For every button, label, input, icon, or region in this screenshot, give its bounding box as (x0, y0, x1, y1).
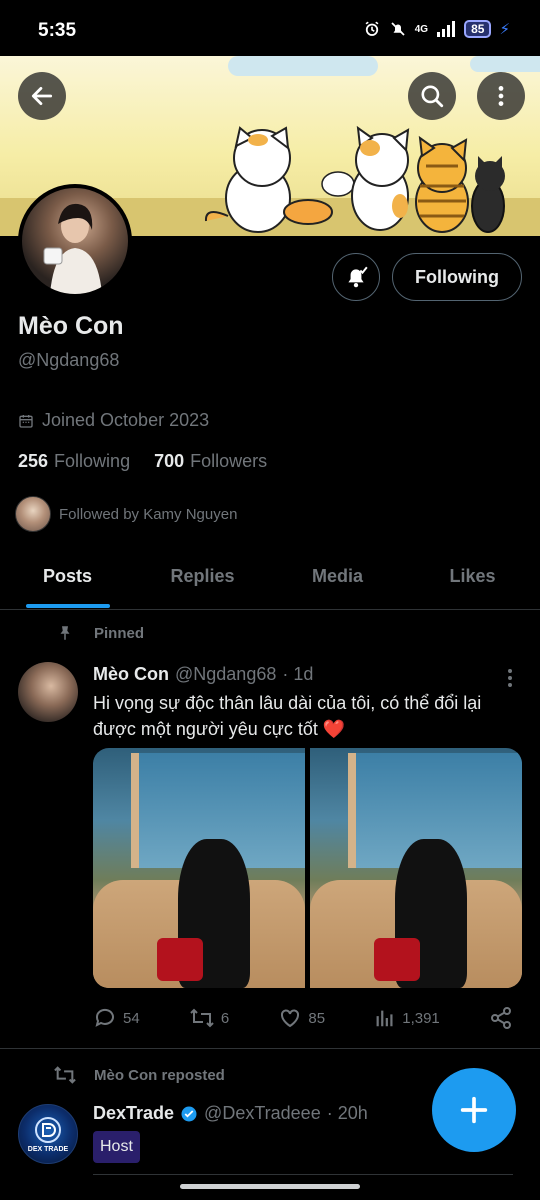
status-time: 5:35 (38, 20, 77, 41)
dextrade-logo-text: DEX TRADE (27, 1145, 69, 1153)
following-label: Following (54, 451, 131, 471)
views-action[interactable]: 1,391 (374, 1006, 440, 1030)
following-button[interactable]: Following (392, 253, 522, 301)
more-vertical-icon (498, 86, 504, 106)
display-name: Mèo Con (18, 312, 124, 340)
share-icon (490, 1007, 511, 1029)
pin-icon (60, 626, 70, 640)
follow-stats: 256 Following 700 Followers (18, 451, 267, 472)
views-chart-icon (376, 1010, 393, 1027)
status-bar: 5:35 4G 85 ⚡ (0, 0, 540, 56)
verified-badge-icon (181, 1106, 197, 1121)
repost-count: 6 (220, 1009, 230, 1027)
reply-count: 54 (123, 1009, 140, 1027)
tab-posts[interactable]: Posts (0, 548, 135, 609)
mute-icon (391, 22, 405, 36)
heart-icon (281, 1009, 300, 1028)
post-text[interactable]: Hi vọng sự độc thân lâu dài của tôi, có … (93, 690, 513, 742)
post-author-handle[interactable]: @Ngdang68 (175, 664, 276, 685)
followers-stat[interactable]: 700 Followers (154, 451, 267, 472)
post-author-name[interactable]: Mèo Con (93, 664, 169, 685)
share-action[interactable] (489, 1006, 513, 1030)
reply-action[interactable]: 54 (93, 1006, 140, 1030)
following-count: 256 (18, 451, 49, 471)
active-tab-indicator (26, 604, 110, 608)
repost-label: Mèo Con reposted (94, 1066, 225, 1084)
home-indicator[interactable] (180, 1184, 360, 1189)
network-label: 4G (414, 23, 429, 35)
pinned-label-row: Pinned (56, 624, 144, 642)
post-image-1[interactable] (93, 748, 305, 988)
dextrade-logo-icon (35, 1116, 61, 1143)
followers-count: 700 (154, 451, 185, 471)
like-count: 85 (308, 1009, 326, 1027)
post-author-avatar[interactable] (18, 662, 78, 722)
repost-action[interactable]: 6 (189, 1006, 229, 1030)
post-header: Mèo Con @Ngdang68 · 1d (93, 664, 313, 685)
profile-photo (43, 203, 102, 294)
followers-label: Followers (190, 451, 268, 471)
status-icons: 4G 85 ⚡ (363, 20, 510, 38)
tab-media[interactable]: Media (270, 548, 405, 609)
post-actions: 54 6 85 1,391 (93, 1006, 513, 1030)
compose-button[interactable] (432, 1068, 516, 1152)
arrow-left-icon (31, 87, 53, 105)
search-icon (421, 85, 444, 108)
following-stat[interactable]: 256 Following (18, 451, 130, 472)
joined-date: Joined October 2023 (18, 410, 209, 431)
views-count: 1,391 (402, 1009, 440, 1027)
post-time: · 1d (282, 664, 314, 684)
bell-check-icon (348, 266, 368, 288)
card-top-border (93, 1174, 513, 1175)
alarm-icon (365, 21, 379, 36)
followed-by-row[interactable]: Followed by Kamy Nguyen (15, 496, 237, 532)
signal-icon (437, 21, 456, 37)
repost-time: · 20h (326, 1103, 368, 1123)
reply-icon (95, 1008, 114, 1027)
plus-icon (460, 1096, 488, 1124)
dextrade-avatar[interactable]: DEX TRADE (18, 1104, 78, 1164)
repost-small-icon (54, 1066, 76, 1084)
host-badge[interactable]: Host (93, 1131, 140, 1163)
like-action[interactable]: 85 (278, 1006, 325, 1030)
repost-header: DexTrade @DexTradeee · 20h (93, 1103, 368, 1124)
battery-indicator: 85 (464, 20, 492, 38)
repost-author-name[interactable]: DexTrade (93, 1103, 174, 1124)
calendar-icon (19, 414, 33, 428)
back-button[interactable] (18, 72, 66, 120)
charging-icon: ⚡ (499, 21, 510, 38)
tab-replies[interactable]: Replies (135, 548, 270, 609)
mutual-follower-avatar (15, 496, 51, 532)
repost-label-row: Mèo Con reposted (52, 1064, 225, 1086)
post-image-2[interactable] (310, 748, 522, 988)
profile-handle: @Ngdang68 (18, 350, 120, 370)
post-divider (0, 1048, 540, 1049)
followed-by-text: Followed by Kamy Nguyen (59, 505, 238, 523)
notifications-toggle-button[interactable] (332, 253, 380, 301)
repost-author-handle[interactable]: @DexTradeee (204, 1103, 321, 1124)
more-options-button[interactable] (477, 72, 525, 120)
profile-tabs: Posts Replies Media Likes (0, 548, 540, 610)
profile-avatar[interactable] (18, 184, 132, 298)
search-button[interactable] (408, 72, 456, 120)
post-text-body: Hi vọng sự độc thân lâu dài của tôi, có … (93, 693, 482, 739)
post-media-grid (93, 748, 522, 988)
post-more-button[interactable] (500, 666, 520, 690)
joined-text: Joined October 2023 (42, 410, 210, 430)
tab-likes[interactable]: Likes (405, 548, 540, 609)
repost-icon (190, 1008, 214, 1028)
pinned-label: Pinned (94, 624, 145, 642)
heart-emoji: ❤️ (322, 719, 346, 739)
